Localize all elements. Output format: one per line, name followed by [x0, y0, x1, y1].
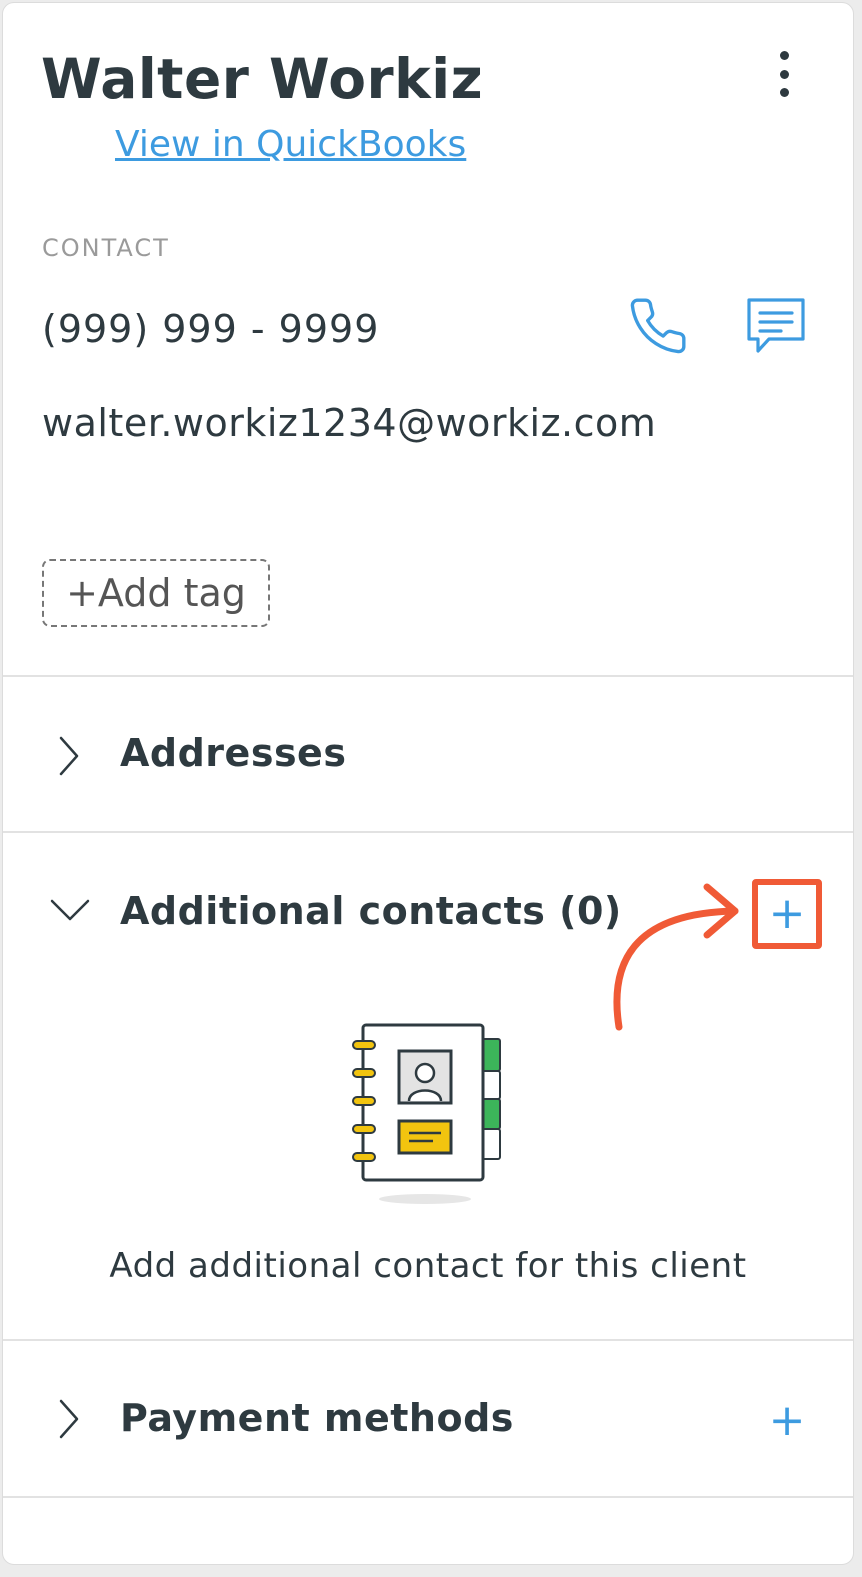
kebab-dot [779, 88, 789, 97]
view-in-quickbooks-link[interactable]: View in QuickBooks [115, 124, 466, 165]
section-title-addresses[interactable]: Addresses [120, 731, 346, 775]
divider [3, 831, 853, 833]
add-payment-method-plus-icon[interactable]: + [765, 1399, 809, 1443]
add-tag-button[interactable]: +Add tag [42, 559, 270, 627]
address-book-icon [352, 1023, 501, 1204]
divider [3, 675, 853, 677]
divider [3, 1339, 853, 1341]
section-title-payment-methods[interactable]: Payment methods [120, 1396, 514, 1440]
chevron-down-icon[interactable] [49, 897, 91, 923]
kebab-menu-icon[interactable] [769, 51, 799, 97]
kebab-dot [779, 51, 789, 60]
client-details-panel: Walter Workiz View in QuickBooks CONTACT… [2, 2, 854, 1565]
chevron-right-icon[interactable] [55, 734, 83, 778]
phone-number: (999) 999 - 9999 [42, 307, 380, 351]
annotation-arrow-icon [613, 883, 739, 1031]
contact-heading: CONTACT [42, 234, 170, 262]
chevron-right-icon[interactable] [55, 1397, 83, 1441]
kebab-dot [779, 69, 789, 79]
message-icon[interactable] [743, 295, 809, 357]
section-title-additional-contacts[interactable]: Additional contacts (0) [120, 889, 622, 933]
email-address: walter.workiz1234@workiz.com [42, 401, 657, 445]
client-name: Walter Workiz [41, 47, 484, 111]
additional-contacts-empty-text: Add additional contact for this client [109, 1246, 747, 1286]
phone-icon[interactable] [627, 295, 689, 357]
divider [3, 1496, 853, 1498]
